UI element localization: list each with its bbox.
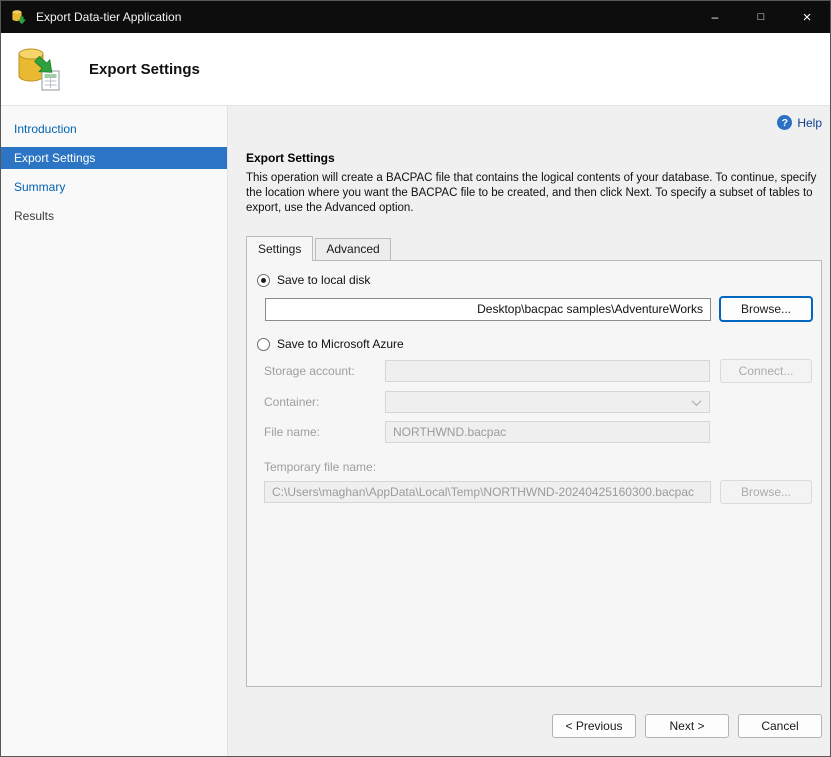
- storage-account-row: Storage account: Connect...: [264, 359, 812, 383]
- settings-tab-panel: Save to local disk Browse... Save to Mic…: [246, 260, 822, 687]
- container-row: Container:: [264, 391, 812, 413]
- container-label: Container:: [264, 395, 385, 409]
- tab-advanced[interactable]: Advanced: [315, 238, 390, 260]
- tab-settings[interactable]: Settings: [246, 236, 313, 261]
- file-name-input: [385, 421, 710, 443]
- wizard-header: Export Settings: [1, 33, 830, 106]
- wizard-steps-sidebar: Introduction Export Settings Summary Res…: [1, 106, 228, 756]
- export-data-tier-application-window: Export Data-tier Application – □ × Expor…: [0, 0, 831, 757]
- container-combobox: [385, 391, 710, 413]
- chevron-down-icon: [692, 396, 702, 406]
- section-title: Export Settings: [246, 151, 822, 165]
- storage-account-input: [385, 360, 710, 382]
- description-text: This operation will create a BACPAC file…: [246, 171, 822, 216]
- window-title: Export Data-tier Application: [36, 10, 181, 24]
- sidebar-item-summary[interactable]: Summary: [1, 176, 227, 198]
- save-to-azure-radio[interactable]: [257, 338, 270, 351]
- temporary-file-name-row: Browse...: [264, 480, 812, 504]
- local-disk-option-row: Save to local disk: [257, 273, 821, 287]
- save-to-local-disk-radio[interactable]: [257, 274, 270, 287]
- maximize-button[interactable]: □: [738, 1, 784, 33]
- temporary-file-name-input: [264, 481, 711, 503]
- export-dac-icon: [15, 46, 61, 92]
- wizard-footer: < Previous Next > Cancel: [246, 714, 822, 756]
- file-name-label: File name:: [264, 425, 385, 439]
- help-icon[interactable]: ?: [777, 115, 792, 130]
- minimize-button[interactable]: –: [692, 1, 738, 33]
- window-controls: – □ ×: [692, 1, 830, 33]
- temporary-file-name-label: Temporary file name:: [264, 460, 821, 474]
- local-disk-path-row: Browse...: [265, 297, 812, 321]
- previous-button[interactable]: < Previous: [552, 714, 636, 738]
- sidebar-item-export-settings[interactable]: Export Settings: [1, 147, 227, 169]
- connect-button: Connect...: [720, 359, 812, 383]
- titlebar: Export Data-tier Application – □ ×: [1, 1, 830, 33]
- storage-account-label: Storage account:: [264, 364, 385, 378]
- azure-option-row: Save to Microsoft Azure: [257, 337, 821, 351]
- browse-temp-button: Browse...: [720, 480, 812, 504]
- save-to-local-disk-label: Save to local disk: [277, 273, 370, 287]
- cancel-button[interactable]: Cancel: [738, 714, 822, 738]
- app-icon: [11, 9, 27, 25]
- browse-local-button[interactable]: Browse...: [720, 297, 812, 321]
- close-button[interactable]: ×: [784, 1, 830, 33]
- local-disk-path-input[interactable]: [265, 298, 711, 321]
- tab-strip: Settings Advanced: [246, 236, 822, 260]
- save-to-azure-label: Save to Microsoft Azure: [277, 337, 404, 351]
- help-link[interactable]: Help: [797, 116, 822, 130]
- sidebar-item-results[interactable]: Results: [1, 205, 227, 227]
- next-button[interactable]: Next >: [645, 714, 729, 738]
- sidebar-item-introduction[interactable]: Introduction: [1, 118, 227, 140]
- help-row: ? Help: [246, 114, 822, 131]
- wizard-page-title: Export Settings: [89, 61, 200, 78]
- wizard-content: ? Help Export Settings This operation wi…: [228, 106, 831, 756]
- file-name-row: File name:: [264, 421, 812, 443]
- wizard-body: Introduction Export Settings Summary Res…: [1, 106, 830, 756]
